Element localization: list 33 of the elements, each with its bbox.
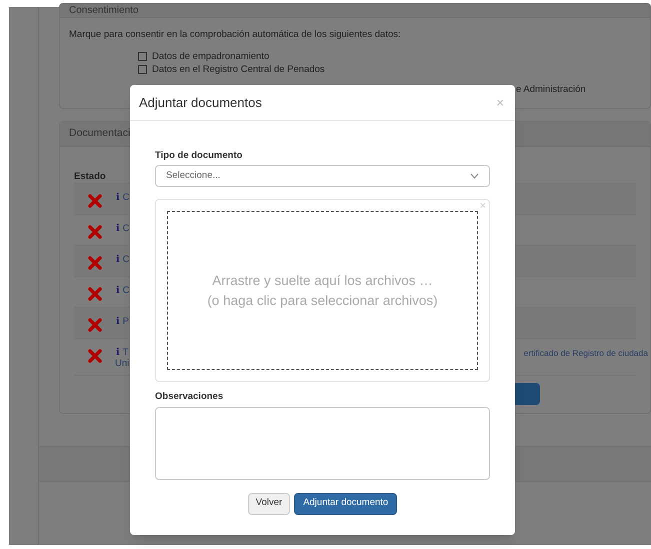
close-button[interactable]: ×	[480, 201, 486, 212]
document-link[interactable]: Uni	[115, 358, 130, 368]
modal-title: Adjuntar documentos	[139, 94, 262, 112]
back-button[interactable]: Volver	[248, 492, 290, 514]
info-icon: i	[116, 284, 120, 296]
checkbox[interactable]	[138, 52, 147, 62]
checkbox-label: e Administración	[516, 83, 586, 98]
document-link[interactable]: ertificado de Registro de ciudada	[524, 346, 648, 360]
notes-field[interactable]	[155, 406, 490, 480]
info-icon: i	[116, 254, 120, 264]
checkbox-label: Datos en el Registro Central de Penados	[152, 64, 325, 76]
document-link[interactable]: C	[122, 192, 130, 202]
chevron-down-icon	[470, 173, 479, 180]
field-label: Observaciones	[155, 390, 224, 404]
info-icon: i	[116, 316, 120, 326]
instruction-text: Marque para consentir en la comprobación automática de los siguientes datos:	[69, 28, 402, 42]
info-icon: i	[116, 346, 120, 358]
document-link[interactable]: P	[122, 316, 129, 326]
document-link[interactable]: C	[122, 284, 130, 296]
dropzone[interactable]: Arrastre y suelte aquí los archivos … (o haga clic para seleccionar archivos)	[167, 211, 478, 370]
checkbox[interactable]	[138, 65, 147, 74]
checkbox-label: Datos de empadronamiento	[152, 51, 270, 62]
document-link[interactable]: C	[122, 254, 130, 264]
column-header: Estado	[74, 170, 106, 182]
info-icon: i	[116, 192, 120, 202]
close-button[interactable]: ×	[496, 92, 504, 112]
document-link[interactable]: T	[122, 346, 128, 358]
submit-button[interactable]: Adjuntar documento	[294, 492, 398, 514]
document-link[interactable]: C	[122, 222, 130, 234]
panel-header: Consentimiento	[69, 5, 138, 16]
select-field[interactable]: Seleccione...	[155, 165, 490, 188]
field-label: Tipo de documento	[155, 149, 244, 163]
info-icon: i	[116, 222, 120, 234]
